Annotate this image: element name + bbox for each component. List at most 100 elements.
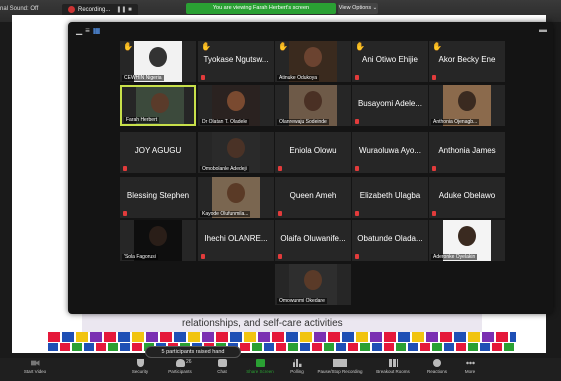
mic-muted-icon bbox=[355, 119, 359, 124]
menu-icon[interactable]: ≡ bbox=[85, 26, 90, 35]
participants-count: 26 bbox=[186, 359, 192, 365]
raised-hand-icon: ✋ bbox=[432, 42, 442, 51]
original-sound-toggle[interactable]: nal Sound: Off bbox=[0, 6, 38, 12]
participant-tile[interactable]: Olaifa Oluwanife... bbox=[275, 220, 351, 261]
participant-tile[interactable]: Anthonia James bbox=[429, 132, 505, 173]
participant-tile[interactable]: Kayode Olufunmila... bbox=[198, 177, 274, 218]
participant-tile[interactable]: JOY AGUGU bbox=[120, 132, 196, 173]
participant-tile[interactable]: Elizabeth Ulagba bbox=[352, 177, 428, 218]
more-label: More bbox=[464, 369, 476, 374]
raised-hand-icon: ✋ bbox=[123, 42, 133, 51]
share-screen-label: Share Screen bbox=[246, 369, 274, 374]
fullscreen-icon[interactable]: ▬ bbox=[539, 25, 547, 34]
breakout-label: Breakout Rooms bbox=[376, 369, 410, 374]
participant-tile[interactable]: Olanrewaju Sodeinde bbox=[275, 85, 351, 126]
participant-face bbox=[458, 226, 476, 246]
participant-name-label: Aderonke Oyelakin bbox=[431, 254, 478, 260]
raised-hand-icon: ✋ bbox=[355, 42, 365, 51]
participant-name-label: Kayode Olufunmila... bbox=[200, 211, 251, 217]
more-button[interactable]: More bbox=[462, 359, 478, 374]
participant-name: Akor Becky Ene bbox=[438, 55, 496, 64]
participant-tile[interactable]: Obatunde Olada... bbox=[352, 220, 428, 261]
mic-muted-icon bbox=[355, 166, 359, 171]
participant-name: Queen Ameh bbox=[289, 191, 337, 200]
mic-muted-icon bbox=[432, 75, 436, 80]
participant-name-label: Olanrewaju Sodeinde bbox=[277, 119, 329, 125]
mic-muted-icon bbox=[278, 166, 282, 171]
start-video-label: Start Video bbox=[23, 369, 47, 374]
participant-tile[interactable]: Dr Olatan T. Oladele bbox=[198, 85, 274, 126]
participant-tile[interactable]: Anthonia Ojenagb... bbox=[429, 85, 505, 126]
window-controls: ▁ ≡ ▦ bbox=[76, 26, 103, 35]
participant-tile[interactable]: CEWHIN Nigeria ✋ bbox=[120, 41, 196, 82]
start-video-button[interactable]: Start Video bbox=[20, 359, 50, 374]
pause-stop-recording-button[interactable]: Pause/Stop Recording bbox=[314, 359, 366, 374]
participant-tile[interactable]: Wuraoluwa Ayo... bbox=[352, 132, 428, 173]
slide-text: relationships, and self-care activities bbox=[182, 318, 343, 329]
raised-hand-icon: ✋ bbox=[201, 42, 211, 51]
reactions-button[interactable]: Reactions bbox=[424, 359, 450, 374]
participant-tile[interactable]: Omowunmi Okedare bbox=[275, 264, 351, 305]
mic-muted-icon bbox=[355, 211, 359, 216]
mic-muted-icon bbox=[355, 254, 359, 259]
meeting-toolbar: Start Video Security Participants 26 Cha… bbox=[0, 358, 561, 381]
participant-face bbox=[149, 226, 167, 246]
raised-hand-notice[interactable]: 5 participants raised hand bbox=[145, 346, 241, 358]
participant-tile[interactable]: 'Sola Fagorusi bbox=[120, 220, 196, 261]
participant-name: Tyokase Ngutsw... bbox=[203, 55, 269, 64]
reactions-label: Reactions bbox=[426, 369, 447, 374]
participant-tile[interactable]: Blessing Stephen bbox=[120, 177, 196, 218]
participant-face bbox=[149, 47, 167, 67]
share-screen-button[interactable]: Share Screen bbox=[243, 359, 277, 374]
participant-name: Blessing Stephen bbox=[126, 191, 190, 200]
participant-name: Eniola Olowu bbox=[289, 146, 337, 155]
participant-face bbox=[227, 138, 245, 158]
chat-label: Chat bbox=[217, 369, 227, 374]
participant-tile[interactable]: Eniola Olowu bbox=[275, 132, 351, 173]
smiley-icon bbox=[433, 359, 441, 367]
participant-tile[interactable]: Akor Becky Ene ✋ bbox=[429, 41, 505, 82]
minimize-icon[interactable]: ▁ bbox=[76, 26, 82, 35]
participant-tile[interactable]: Aderonke Oyelakin bbox=[429, 220, 505, 261]
slide-decoration-stripes bbox=[48, 332, 516, 342]
security-button[interactable]: Security bbox=[128, 359, 152, 374]
mic-muted-icon bbox=[432, 166, 436, 171]
view-options-button[interactable]: View Options ⌄ bbox=[338, 3, 378, 14]
record-dot-icon bbox=[68, 5, 75, 13]
participant-tile[interactable]: Aduke Obelawo bbox=[429, 177, 505, 218]
participant-tile[interactable]: Omobolanle Adedeji bbox=[198, 132, 274, 173]
recording-controls[interactable]: ❚❚ ■ bbox=[116, 7, 131, 13]
participant-face bbox=[151, 93, 169, 113]
breakout-grid-icon bbox=[388, 359, 398, 367]
video-off-icon bbox=[30, 360, 40, 366]
breakout-rooms-button[interactable]: Breakout Rooms bbox=[372, 359, 414, 374]
viewing-banner: You are viewing Farah Herbert's screen bbox=[186, 3, 336, 14]
mic-muted-icon bbox=[123, 166, 127, 171]
participant-name-label: Dr Olatan T. Oladele bbox=[200, 119, 250, 125]
mic-muted-icon bbox=[278, 211, 282, 216]
recording-label: Recording... bbox=[78, 7, 111, 13]
participant-tile[interactable]: Ihechi OLANRE... bbox=[198, 220, 274, 261]
security-label: Security bbox=[131, 369, 149, 374]
participants-label: Participants bbox=[168, 369, 192, 374]
mic-muted-icon bbox=[432, 211, 436, 216]
pause-stop-icon bbox=[333, 359, 347, 367]
participant-name: Aduke Obelawo bbox=[438, 191, 496, 200]
grid-view-icon[interactable]: ▦ bbox=[93, 26, 101, 35]
participant-tile[interactable]: Atinuke Odukoya ✋ bbox=[275, 41, 351, 82]
participant-tile[interactable]: Farah Herbert bbox=[120, 85, 196, 126]
participant-name-label: Omowunmi Okedare bbox=[277, 298, 327, 304]
mic-muted-icon bbox=[201, 75, 205, 80]
participant-tile[interactable]: Queen Ameh bbox=[275, 177, 351, 218]
participant-tile[interactable]: Tyokase Ngutsw... ✋ bbox=[198, 41, 274, 82]
polling-button[interactable]: Polling bbox=[286, 359, 308, 374]
participant-tile[interactable]: Ani Otiwo Ehijie ✋ bbox=[352, 41, 428, 82]
chat-button[interactable]: Chat bbox=[212, 359, 232, 374]
participant-name-label: CEWHIN Nigeria bbox=[122, 75, 164, 81]
bar-chart-icon bbox=[292, 359, 302, 367]
mic-muted-icon bbox=[123, 211, 127, 216]
participant-tile[interactable]: Busayomi Adele... bbox=[352, 85, 428, 126]
participant-name: Ihechi OLANRE... bbox=[204, 234, 268, 243]
people-icon bbox=[175, 359, 185, 367]
mic-muted-icon bbox=[201, 254, 205, 259]
